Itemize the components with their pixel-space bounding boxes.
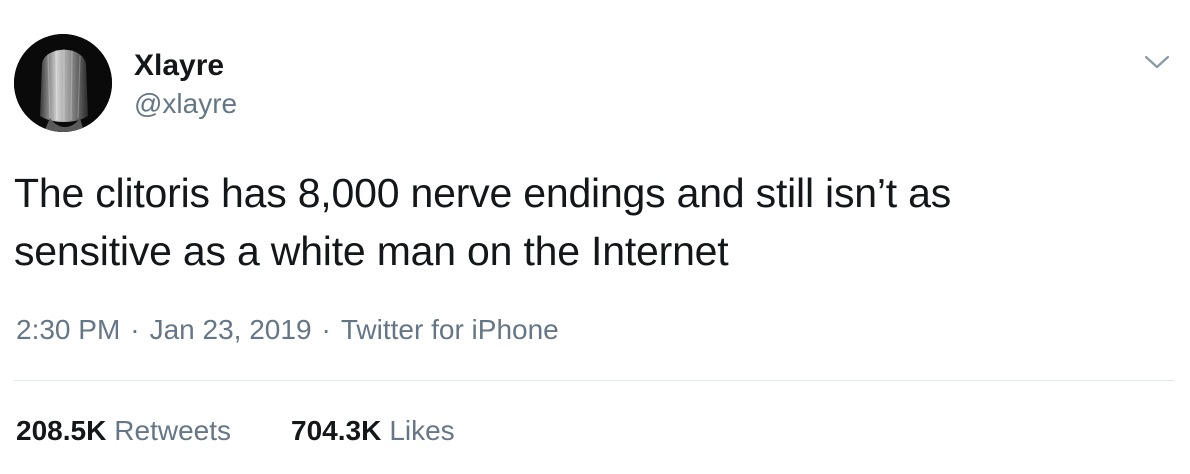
profile-photo-icon	[14, 34, 112, 132]
tweet-text-line: sensitive as a white man on the Internet	[14, 228, 729, 274]
retweets-label: Retweets	[114, 415, 232, 446]
divider	[14, 380, 1174, 381]
meta-separator: ·	[130, 314, 140, 345]
tweet-time[interactable]: 2:30 PM	[16, 314, 120, 345]
tweet-text: The clitoris has 8,000 nerve endings and…	[14, 164, 1164, 280]
chevron-down-icon[interactable]	[1140, 48, 1174, 76]
retweets-stat[interactable]: 208.5K Retweets	[16, 413, 231, 449]
tweet-date[interactable]: Jan 23, 2019	[150, 314, 312, 345]
likes-stat[interactable]: 704.3K Likes	[291, 413, 455, 449]
tweet-metadata: 2:30 PM · Jan 23, 2019 · Twitter for iPhone	[16, 312, 559, 348]
tweet-card: Xlayre @xlayre The clitoris has 8,000 ne…	[0, 0, 1190, 474]
author-display-name[interactable]: Xlayre	[134, 48, 224, 84]
likes-label: Likes	[389, 415, 455, 446]
tweet-text-line: The clitoris has 8,000 nerve endings and…	[14, 170, 952, 216]
retweets-count: 208.5K	[16, 415, 107, 446]
tweet-stats: 208.5K Retweets 704.3K Likes	[16, 413, 455, 449]
author-handle[interactable]: @xlayre	[134, 86, 237, 122]
avatar[interactable]	[14, 34, 112, 132]
meta-separator: ·	[321, 314, 331, 345]
tweet-source[interactable]: Twitter for iPhone	[341, 314, 559, 345]
likes-count: 704.3K	[291, 415, 382, 446]
